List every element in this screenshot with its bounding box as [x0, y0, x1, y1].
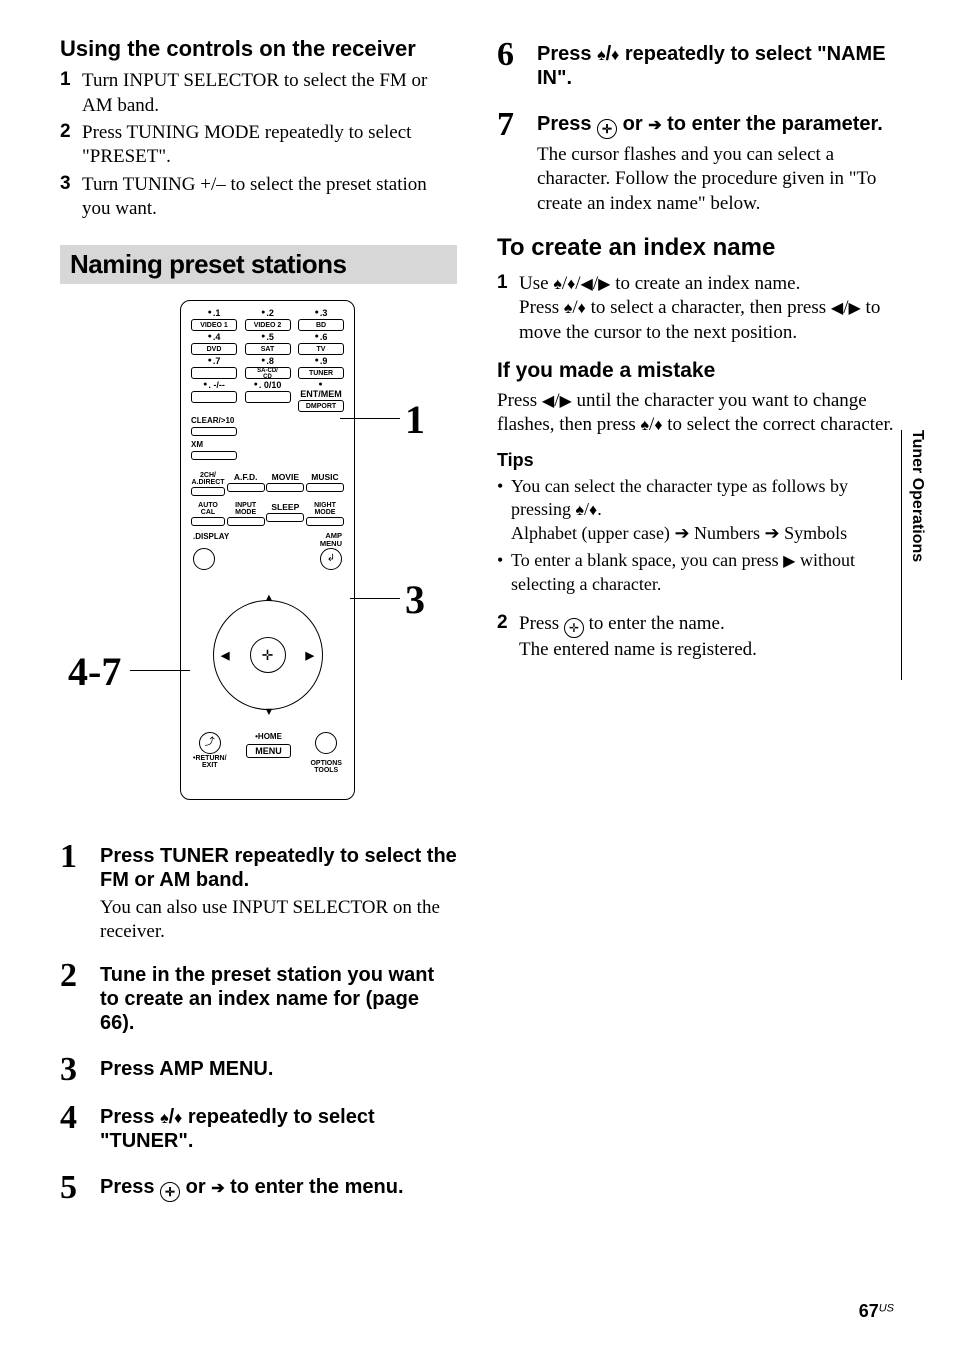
right-arrow-icon: ▶: [559, 393, 571, 410]
amp-menu-button: ↲: [320, 548, 342, 570]
tuner-button: TUNER: [298, 367, 344, 379]
dpad: ✛ ▲ ▼ ◀ ▶: [181, 580, 354, 730]
heading-tips: Tips: [497, 450, 894, 471]
step-heading: Press TUNER repeatedly to select the FM …: [100, 844, 457, 892]
arrow-right-icon: ➔: [765, 523, 780, 543]
step-text: Use ♠/♦/◀/▶ to create an index name. Pre…: [519, 272, 894, 345]
right-arrow-icon: ▶: [306, 649, 314, 662]
right-arrow-icon: ➔: [648, 117, 661, 134]
right-column: 6 Press ♠/♦ repeatedly to select "NAME I…: [497, 30, 894, 1220]
bullet-icon: •: [497, 475, 511, 546]
callout-4-7: 4-7: [68, 648, 121, 695]
enter-icon: ✛: [564, 618, 584, 638]
up-arrow-icon: ▲: [264, 592, 275, 604]
step-number: 1: [60, 69, 82, 118]
up-arrow-icon: ♠: [160, 1110, 169, 1127]
heading-using-controls: Using the controls on the receiver: [60, 36, 457, 61]
down-arrow-icon: ♦: [611, 47, 619, 64]
bullet-icon: •: [497, 549, 511, 596]
display-label: .DISPLAY: [193, 532, 229, 548]
xm-label: XM: [181, 440, 354, 449]
side-tab: Tuner Operations: [901, 430, 926, 680]
options-button: [315, 732, 337, 754]
tips-list: • You can select the character type as f…: [497, 475, 894, 597]
down-arrow-icon: ♦: [174, 1110, 182, 1127]
step-text: Press ✛ to enter the name. The entered n…: [519, 612, 757, 662]
down-arrow-icon: ♦: [578, 300, 586, 317]
page-number: 67US: [859, 1301, 894, 1322]
callout-1: 1: [405, 396, 425, 443]
step-number: 3: [60, 173, 82, 222]
remote-diagram: ●.1VIDEO 1 ●.2VIDEO 2 ●.3BD ●.4DVD ●.5SA…: [60, 300, 457, 820]
step-heading: Press ♠/♦ repeatedly to select "TUNER".: [100, 1105, 457, 1153]
section-heading-naming: Naming preset stations: [60, 245, 457, 284]
remote-body: ●.1VIDEO 1 ●.2VIDEO 2 ●.3BD ●.4DVD ●.5SA…: [180, 300, 355, 800]
step-number: 1: [497, 272, 519, 345]
create-steps-2: 2 Press ✛ to enter the name. The entered…: [497, 612, 894, 662]
left-arrow-icon: ◀: [581, 276, 593, 293]
menu-button: MENU: [246, 744, 291, 758]
right-arrow-icon: ▶: [848, 300, 860, 317]
step-number: 2: [60, 121, 82, 170]
step-text: Press TUNING MODE repeatedly to select "…: [82, 121, 457, 170]
big-step-number: 1: [60, 840, 100, 874]
up-arrow-icon: ♠: [597, 47, 606, 64]
up-arrow-icon: ♠: [576, 502, 585, 519]
big-step-number: 7: [497, 108, 537, 142]
step-body: The cursor flashes and you can select a …: [537, 143, 894, 216]
arrow-right-icon: ➔: [674, 523, 689, 543]
big-step-number: 6: [497, 38, 537, 72]
big-step-number: 3: [60, 1053, 100, 1087]
left-arrow-icon: ◀: [542, 393, 554, 410]
big-step-number: 2: [60, 959, 100, 993]
step-body: You can also use INPUT SELECTOR on the r…: [100, 896, 457, 945]
up-arrow-icon: ♠: [641, 417, 650, 434]
down-arrow-icon: ♦: [567, 276, 575, 293]
step-text: Turn TUNING +/– to select the preset sta…: [82, 173, 457, 222]
down-arrow-icon: ▼: [264, 706, 275, 718]
up-arrow-icon: ♠: [553, 276, 562, 293]
step-number: 2: [497, 612, 519, 662]
down-arrow-icon: ♦: [654, 417, 662, 434]
step-heading: Press ✛ or ➔ to enter the parameter.: [537, 112, 894, 139]
step-heading: Press ♠/♦ repeatedly to select "NAME IN"…: [537, 42, 894, 90]
big-step-number: 5: [60, 1171, 100, 1205]
plain-steps-list: 1 Turn INPUT SELECTOR to select the FM o…: [60, 69, 457, 221]
up-arrow-icon: ♠: [564, 300, 573, 317]
step-heading: Tune in the preset station you want to c…: [100, 963, 457, 1035]
tip-text: To enter a blank space, you can press ▶ …: [511, 549, 894, 596]
step-text: Turn INPUT SELECTOR to select the FM or …: [82, 69, 457, 118]
enter-icon: ✛: [160, 1182, 180, 1202]
right-arrow-icon: ➔: [211, 1180, 224, 1197]
right-arrow-icon: ▶: [598, 276, 610, 293]
display-button: [193, 548, 215, 570]
enter-button-icon: ✛: [250, 637, 286, 673]
left-column: Using the controls on the receiver 1 Tur…: [60, 30, 457, 1220]
heading-create-index: To create an index name: [497, 234, 894, 262]
left-arrow-icon: ◀: [221, 649, 229, 662]
big-steps-right: 6 Press ♠/♦ repeatedly to select "NAME I…: [497, 38, 894, 216]
big-steps-left: 1 Press TUNER repeatedly to select the F…: [60, 840, 457, 1206]
mistake-body: Press ◀/▶ until the character you want t…: [497, 389, 894, 438]
create-steps: 1 Use ♠/♦/◀/▶ to create an index name. P…: [497, 272, 894, 345]
step-heading: Press AMP MENU.: [100, 1057, 457, 1081]
down-arrow-icon: ♦: [589, 502, 597, 519]
callout-3: 3: [405, 576, 425, 623]
return-button: ⤴: [199, 732, 221, 754]
amp-menu-label: AMPMENU: [320, 532, 342, 548]
right-arrow-icon: ▶: [783, 553, 795, 570]
step-heading: Press ✛ or ➔ to enter the menu.: [100, 1175, 457, 1202]
left-arrow-icon: ◀: [831, 300, 843, 317]
tip-text: You can select the character type as fol…: [511, 475, 894, 546]
big-step-number: 4: [60, 1101, 100, 1135]
enter-icon: ✛: [597, 119, 617, 139]
clear-label: CLEAR/>10: [181, 416, 354, 425]
heading-mistake: If you made a mistake: [497, 359, 894, 383]
